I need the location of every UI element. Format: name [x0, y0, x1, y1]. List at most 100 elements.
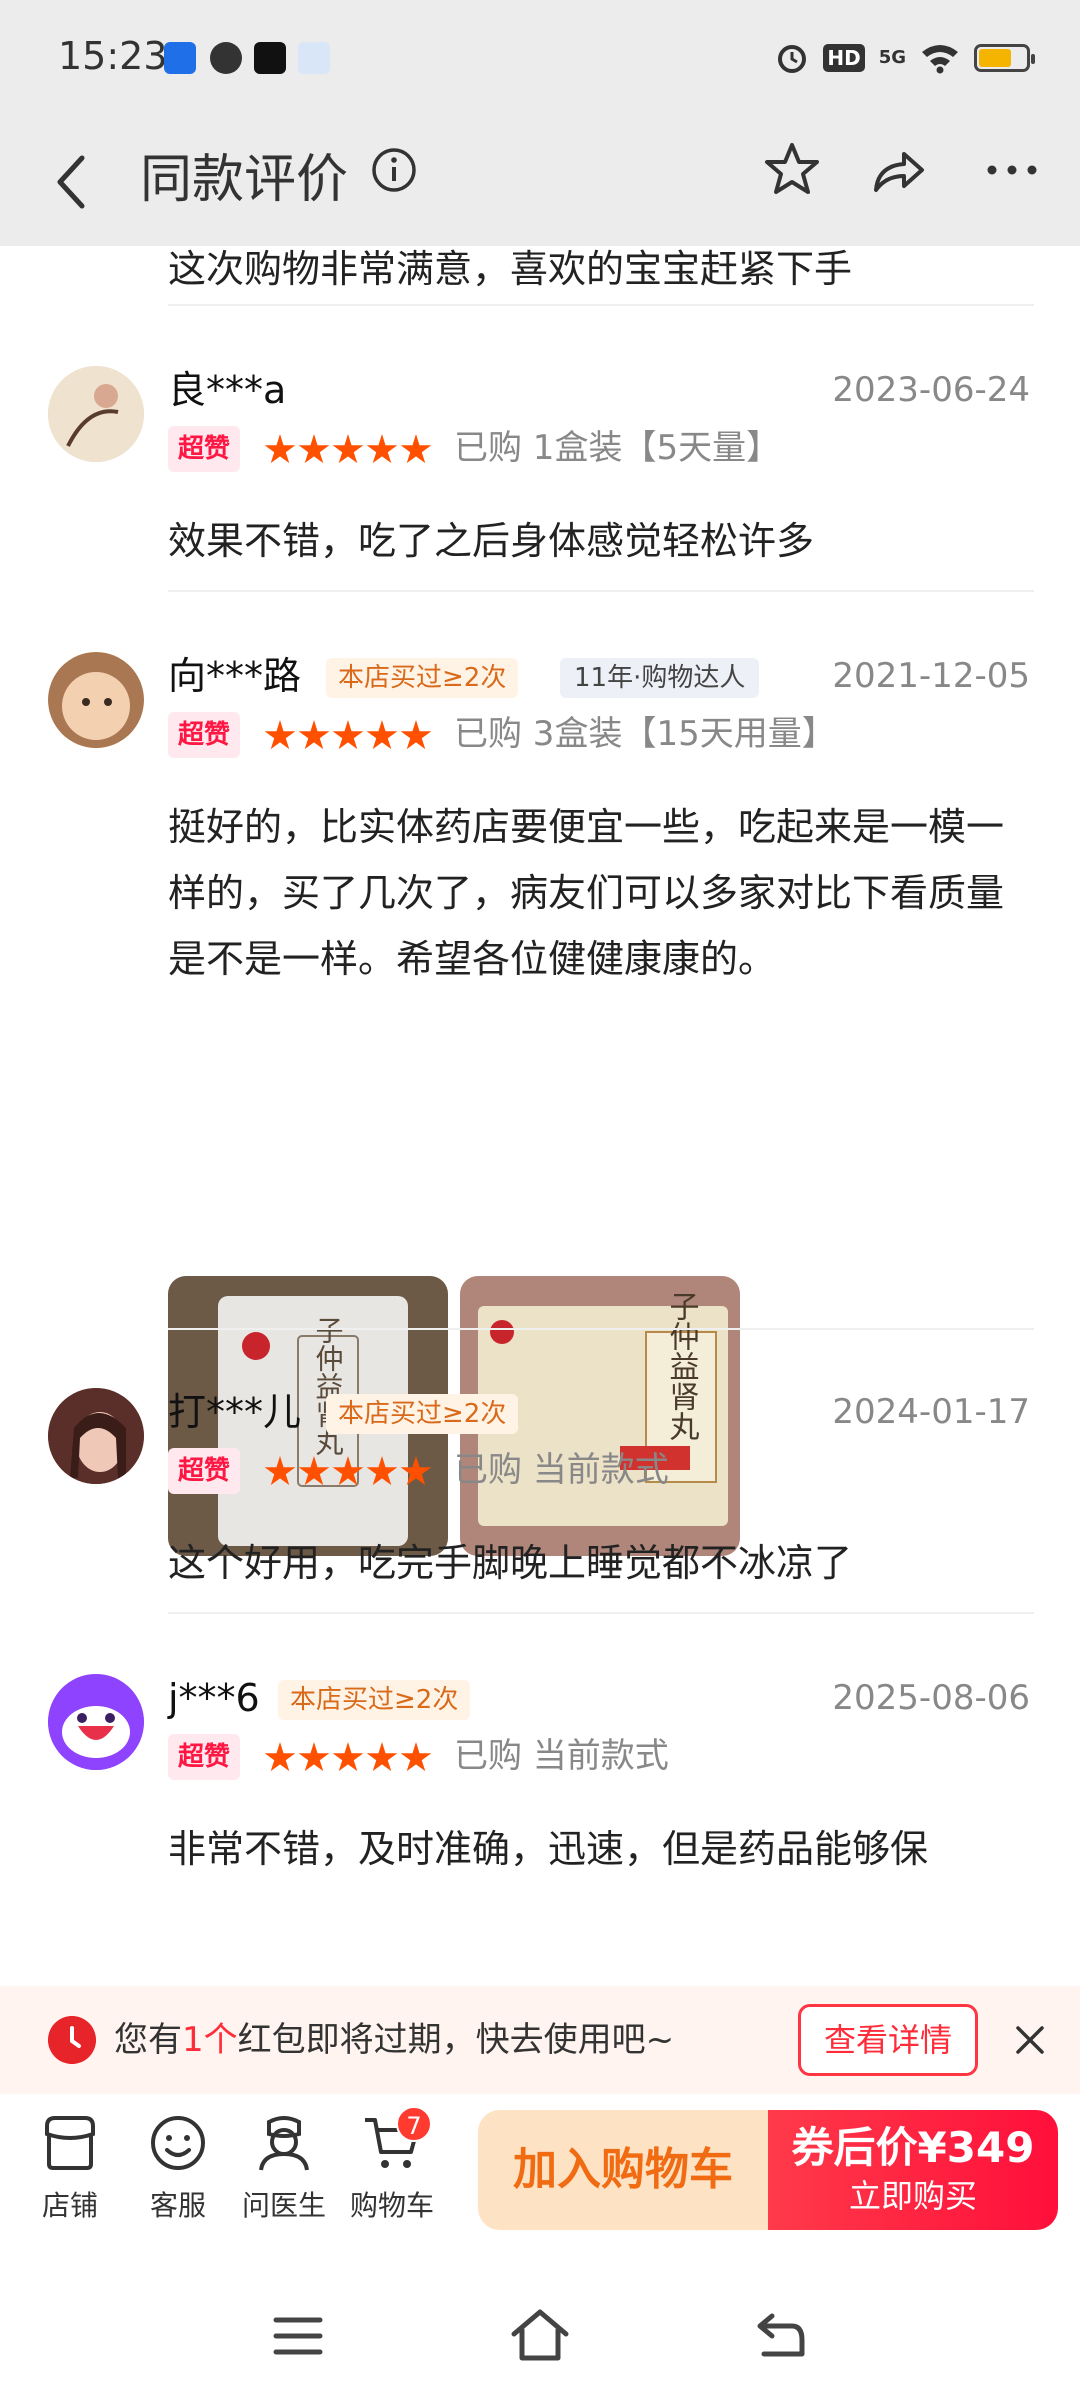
nav-label: 店铺	[41, 2189, 98, 2222]
avatar[interactable]	[48, 652, 144, 748]
review-content: 挺好的，比实体药店要便宜一些，吃起来是一模一样的，买了几次了，病友们可以多家对比…	[168, 805, 1005, 981]
review-content: 这个好用，吃完手脚晚上睡觉都不冰凉了	[168, 1541, 853, 1585]
nav-label: 购物车	[349, 2189, 434, 2222]
divider	[168, 1612, 1034, 1614]
share-icon[interactable]	[868, 140, 928, 200]
star-icon	[264, 434, 296, 464]
nav-ask-doctor[interactable]: 问医生	[234, 2112, 334, 2242]
bottom-action-bar: 店铺 客服 问医生 7 购物车 加入购物车 券后价¥349 立即购买	[0, 2094, 1080, 2270]
more-icon[interactable]	[982, 140, 1042, 200]
review-date: 2025-08-06	[832, 1678, 1030, 1718]
banner-text-after: 红包即将过期，快去使用吧~	[237, 2020, 675, 2060]
app-notification-icon	[298, 42, 330, 74]
review-date: 2024-01-17	[832, 1392, 1030, 1432]
doctor-icon	[259, 2116, 309, 2171]
review-content: 效果不错，吃了之后身体感觉轻松许多	[168, 519, 815, 563]
status-bar: 15:23 HD 5G	[0, 0, 1080, 118]
nav-store[interactable]: 店铺	[20, 2112, 120, 2242]
add-to-cart-button[interactable]: 加入购物车	[478, 2110, 768, 2230]
rating-badge: 超赞	[168, 1448, 241, 1494]
star-icon	[264, 720, 296, 750]
avatar[interactable]	[48, 1674, 144, 1770]
k-app-icon	[164, 42, 196, 74]
star-icon	[332, 720, 364, 750]
star-icon	[264, 1456, 296, 1486]
nav-label: 问医生	[241, 2189, 326, 2222]
message-icon	[210, 42, 242, 74]
avatar[interactable]	[48, 366, 144, 462]
review-feed[interactable]: 这次购物非常满意，喜欢的宝宝赶紧下手 良***a 2023-06-24 超赞 已…	[0, 246, 1080, 1986]
battery-icon	[974, 44, 1035, 72]
nav-customer-service[interactable]: 客服	[128, 2112, 228, 2242]
status-time: 15:23	[58, 34, 168, 78]
repeat-buyer-tag: 本店买过≥2次	[326, 658, 519, 698]
coupon-expiry-banner: 您有1个红包即将过期，快去使用吧~ 查看详情	[0, 1986, 1080, 2094]
star-icon	[298, 1742, 330, 1772]
box-label: 子仲益肾丸	[664, 1291, 700, 1441]
sachet-label: 子仲益肾丸	[312, 1316, 345, 1456]
buy-now-label: 立即购买	[848, 2177, 977, 2215]
clock-alert-icon	[48, 2016, 96, 2064]
back-nav-icon[interactable]	[752, 2310, 808, 2360]
star-icon	[400, 1742, 432, 1772]
purchase-info: 已购 3盒装【15天用量】	[454, 714, 836, 754]
partial-review-text: 这次购物非常满意，喜欢的宝宝赶紧下手	[168, 247, 853, 291]
banner-count: 1个	[182, 2020, 238, 2060]
star-icon	[332, 1742, 364, 1772]
star-icon	[264, 1742, 296, 1772]
veteran-shopper-tag: 11年·购物达人	[560, 658, 760, 698]
rating-stars	[264, 716, 432, 756]
purchase-info: 已购 当前款式	[454, 1736, 669, 1776]
back-icon[interactable]	[42, 142, 102, 222]
repeat-buyer-tag: 本店买过≥2次	[326, 1394, 519, 1434]
rating-badge: 超赞	[168, 1734, 241, 1780]
star-icon	[332, 1456, 364, 1486]
screen: 15:23 HD 5G 同款评价 这次购物非常满意，喜欢的宝宝赶紧下手 良***…	[0, 0, 1080, 2400]
star-icon	[366, 720, 398, 750]
repeat-buyer-tag: 本店买过≥2次	[278, 1680, 471, 1720]
review-date: 2021-12-05	[832, 656, 1030, 696]
star-icon	[366, 434, 398, 464]
divider	[168, 304, 1034, 306]
purchase-info: 已购 1盒装【5天量】	[454, 428, 781, 468]
avatar-image-icon	[48, 366, 144, 462]
info-icon[interactable]	[370, 146, 418, 194]
avatar[interactable]	[48, 1388, 144, 1484]
rating-badge: 超赞	[168, 426, 241, 472]
review-date: 2023-06-24	[832, 370, 1030, 410]
view-details-button[interactable]: 查看详情	[798, 2004, 978, 2076]
favorite-star-icon[interactable]	[762, 140, 822, 200]
star-icon	[298, 1456, 330, 1486]
star-icon	[400, 1456, 432, 1486]
star-icon	[366, 1742, 398, 1772]
star-icon	[298, 434, 330, 464]
cart-badge: 7	[396, 2106, 432, 2142]
reviewer-name: 向***路	[168, 654, 302, 698]
nav-cart[interactable]: 7 购物车	[342, 2106, 442, 2242]
wifi-icon	[922, 45, 958, 74]
coupon-price: 券后价¥349	[791, 2123, 1035, 2172]
system-nav-bar	[0, 2270, 1080, 2400]
page-title: 同款评价	[140, 150, 349, 210]
store-icon	[45, 2116, 95, 2170]
buy-now-button[interactable]: 券后价¥349 立即购买	[768, 2110, 1058, 2230]
menu-icon[interactable]	[272, 2314, 324, 2358]
rating-stars	[264, 1452, 432, 1492]
star-icon	[332, 434, 364, 464]
purchase-info: 已购 当前款式	[454, 1450, 669, 1490]
alarm-icon	[778, 45, 807, 73]
star-icon	[400, 720, 432, 750]
avatar-image-icon	[48, 1674, 144, 1770]
rating-stars	[264, 1738, 432, 1778]
reviewer-name: 打***儿	[168, 1390, 302, 1434]
tiktok-icon	[254, 42, 286, 74]
close-icon[interactable]	[1006, 2016, 1054, 2064]
hd-icon: HD	[823, 44, 865, 72]
home-icon[interactable]	[510, 2308, 570, 2362]
status-icons: HD 5G	[775, 38, 1035, 78]
divider	[168, 1328, 1034, 1330]
network-type: 5G	[878, 47, 906, 68]
rating-badge: 超赞	[168, 712, 241, 758]
nav-label: 客服	[149, 2189, 206, 2222]
avatar-image-icon	[48, 652, 144, 748]
